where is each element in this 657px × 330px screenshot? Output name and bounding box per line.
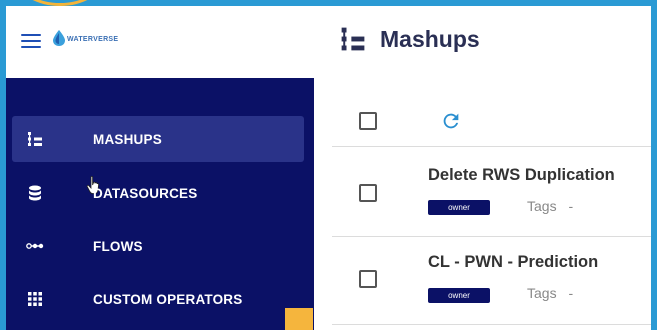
tags-label: Tags [527,285,557,301]
sidebar-item-label: CUSTOM OPERATORS [93,291,243,307]
sidebar-item-flows[interactable]: FLOWS [12,223,304,269]
mashups-icon [26,130,44,148]
row-checkbox[interactable] [359,270,377,288]
sidebar-item-mashups[interactable]: MASHUPS [12,116,304,194]
sidebar-item-datasources[interactable]: DATASOURCES [12,170,304,216]
owner-badge: owner [428,288,490,303]
mashups-icon [341,27,365,51]
divider [332,146,651,147]
sidebar-item-label: DATASOURCES [93,185,198,201]
logo-text: WATERVERSE [67,36,119,43]
database-icon [26,184,44,202]
tags-value: - [568,285,574,301]
main-content: Mashups Delete RWS Duplication owner Tag… [314,6,651,330]
tags-field: Tags - [527,198,573,214]
waterverse-logo-icon [53,30,65,46]
tags-value: - [568,198,574,214]
mashup-title[interactable]: Delete RWS Duplication [428,166,615,185]
sidebar-item-label: MASHUPS [93,131,162,147]
page-title: Mashups [380,25,480,52]
mashup-title[interactable]: CL - PWN - Prediction [428,253,598,272]
sidebar: MASHUPS DATASOURCES FLOWS CUSTOM OPERATO… [6,78,314,330]
flows-icon [26,237,44,255]
refresh-icon[interactable] [440,110,462,132]
divider [332,324,651,325]
tags-label: Tags [527,198,557,214]
divider [332,236,651,237]
page-header: Mashups [340,22,480,56]
tags-field: Tags - [527,285,573,301]
sidebar-item-custom-operators[interactable]: CUSTOM OPERATORS [12,276,304,322]
select-all-checkbox[interactable] [359,112,377,130]
row-checkbox[interactable] [359,184,377,202]
menu-icon[interactable] [21,34,41,48]
owner-badge: owner [428,200,490,215]
brand-header: WATERVERSE [6,6,314,78]
app-window: WATERVERSE MASHUPS DATASOURCES FLOWS CUS… [6,6,651,330]
decorative-square [285,308,313,330]
grid-icon [26,290,44,308]
sidebar-item-label: FLOWS [93,238,143,254]
